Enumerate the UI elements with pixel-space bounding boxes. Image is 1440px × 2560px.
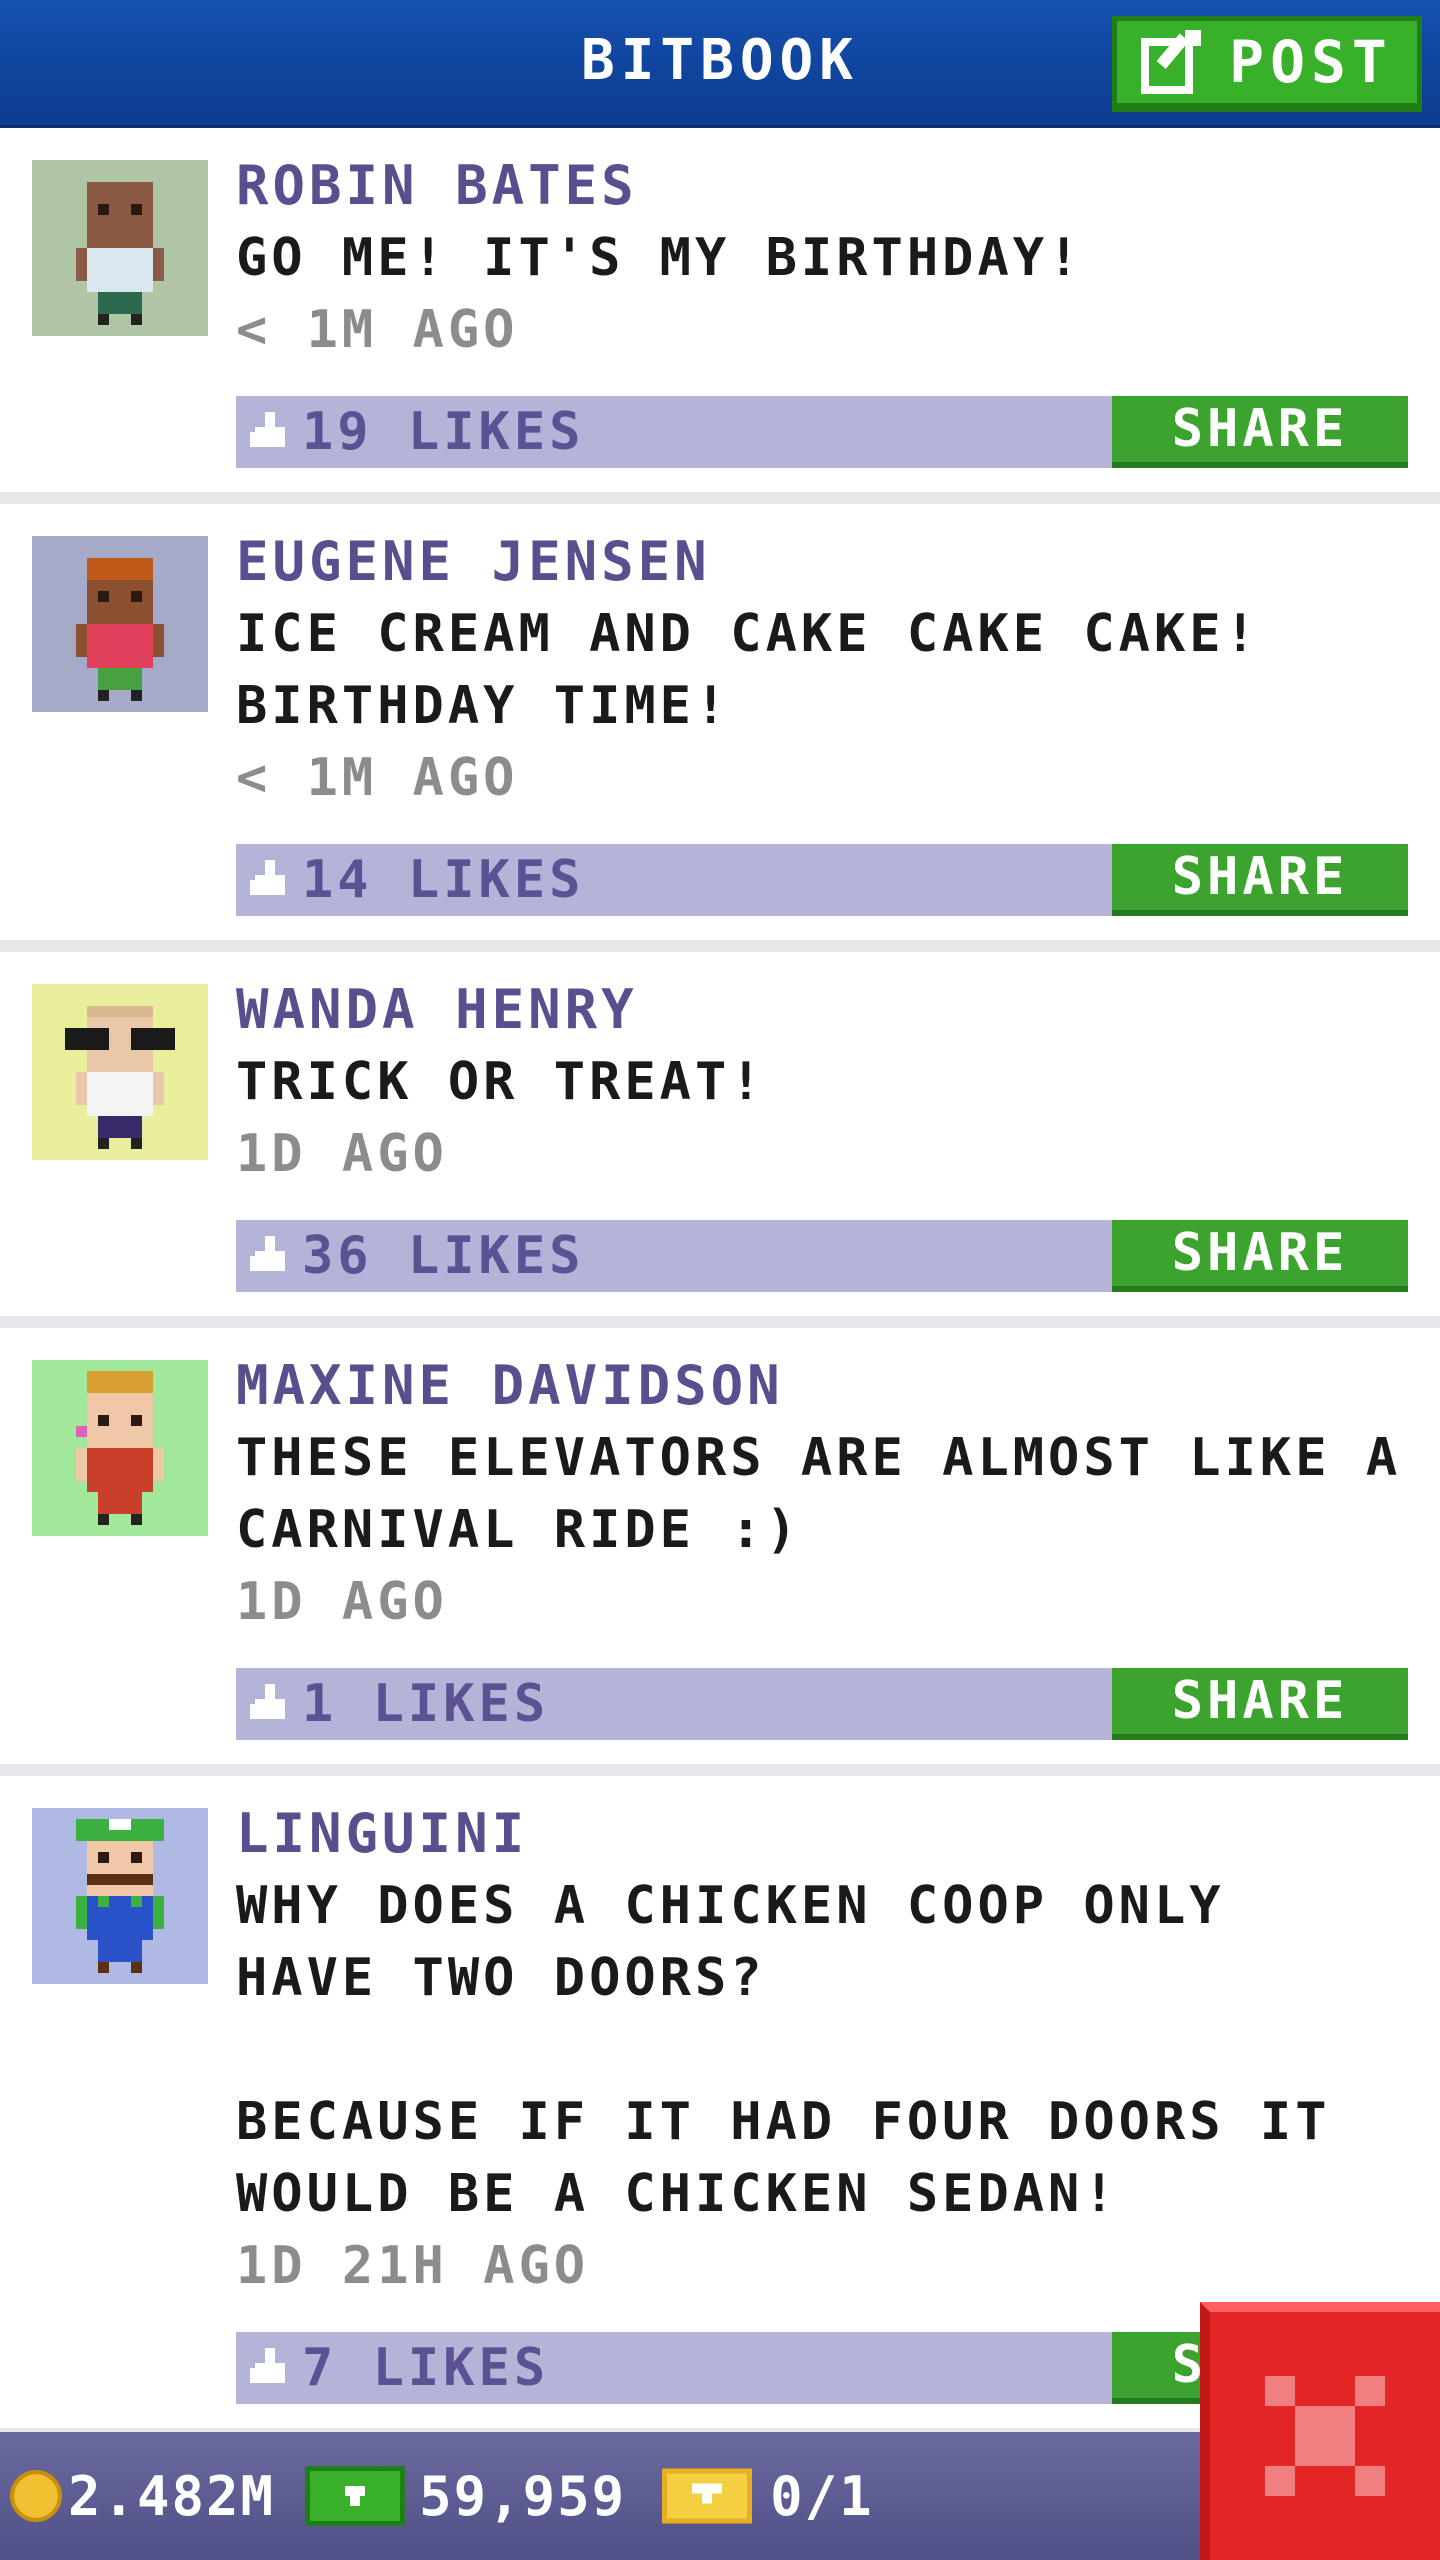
thumbs-up-icon[interactable] — [250, 860, 290, 900]
post-message: THESE ELEVATORS ARE ALMOST LIKE A CARNIV… — [236, 1428, 1402, 1560]
post-author[interactable]: ROBIN BATES — [236, 150, 1410, 222]
likes-count: 1 LIKES — [302, 1674, 550, 1734]
edit-icon — [1141, 30, 1202, 94]
post-author[interactable]: WANDA HENRY — [236, 974, 1410, 1046]
thumbs-up-icon[interactable] — [250, 1236, 290, 1276]
likes-bar: 14 LIKES SHARE — [236, 844, 1408, 916]
likes-count: 36 LIKES — [302, 1226, 585, 1286]
likes-bar: 36 LIKES SHARE — [236, 1220, 1408, 1292]
bux-icon — [305, 2466, 406, 2526]
post-author[interactable]: EUGENE JENSEN — [236, 526, 1410, 598]
post-message: GO ME! IT'S MY BIRTHDAY! — [236, 228, 1084, 288]
share-button[interactable]: SHARE — [1112, 1220, 1408, 1292]
avatar-maxine-davidson — [32, 1360, 208, 1536]
close-button[interactable] — [1200, 2302, 1440, 2560]
avatar-linguini — [32, 1808, 208, 1984]
ticket-icon — [662, 2468, 753, 2524]
feed-post: EUGENE JENSEN ICE CREAM AND CAKE CAKE CA… — [0, 504, 1440, 952]
post-timestamp: 1D 21H AGO — [236, 2236, 590, 2296]
post-timestamp: < 1M AGO — [236, 748, 519, 808]
app-header: BITBOOK POST — [0, 0, 1440, 128]
feed-post: ROBIN BATES GO ME! IT'S MY BIRTHDAY! < 1… — [0, 128, 1440, 504]
share-button[interactable]: SHARE — [1112, 1668, 1408, 1740]
likes-bar: 1 LIKES SHARE — [236, 1668, 1408, 1740]
post-author[interactable]: LINGUINI — [236, 1798, 1410, 1870]
thumbs-up-icon[interactable] — [250, 1684, 290, 1724]
post-author[interactable]: MAXINE DAVIDSON — [236, 1350, 1410, 1422]
share-button[interactable]: SHARE — [1112, 396, 1408, 468]
post-button[interactable]: POST — [1112, 16, 1422, 112]
post-timestamp: 1D AGO — [236, 1124, 448, 1184]
bux-count: 59,959 — [419, 2464, 627, 2528]
avatar-robin-bates — [32, 160, 208, 336]
thumbs-up-icon[interactable] — [250, 2348, 290, 2388]
share-button[interactable]: SHARE — [1112, 844, 1408, 916]
likes-count: 14 LIKES — [302, 850, 585, 910]
post-timestamp: < 1M AGO — [236, 300, 519, 360]
bitbook-feed: ROBIN BATES GO ME! IT'S MY BIRTHDAY! < 1… — [0, 128, 1440, 2440]
post-timestamp: 1D AGO — [236, 1572, 448, 1632]
likes-bar: 19 LIKES SHARE — [236, 396, 1408, 468]
thumbs-up-icon[interactable] — [250, 412, 290, 452]
feed-post: MAXINE DAVIDSON THESE ELEVATORS ARE ALMO… — [0, 1328, 1440, 1776]
likes-count: 19 LIKES — [302, 402, 585, 462]
avatar-eugene-jensen — [32, 536, 208, 712]
feed-post: WANDA HENRY TRICK OR TREAT! 1D AGO 36 LI… — [0, 952, 1440, 1328]
avatar-wanda-henry — [32, 984, 208, 1160]
tickets-count: 0/1 — [770, 2464, 874, 2528]
coin-icon — [10, 2470, 62, 2522]
post-message: TRICK OR TREAT! — [236, 1052, 766, 1112]
post-message: WHY DOES A CHICKEN COOP ONLY HAVE TWO DO… — [236, 1876, 1331, 2224]
coins-count: 2.482M — [68, 2464, 276, 2528]
post-message: ICE CREAM AND CAKE CAKE CAKE! BIRTHDAY T… — [236, 604, 1260, 736]
close-icon — [1265, 2376, 1385, 2496]
likes-count: 7 LIKES — [302, 2338, 550, 2398]
post-button-label: POST — [1229, 28, 1393, 96]
